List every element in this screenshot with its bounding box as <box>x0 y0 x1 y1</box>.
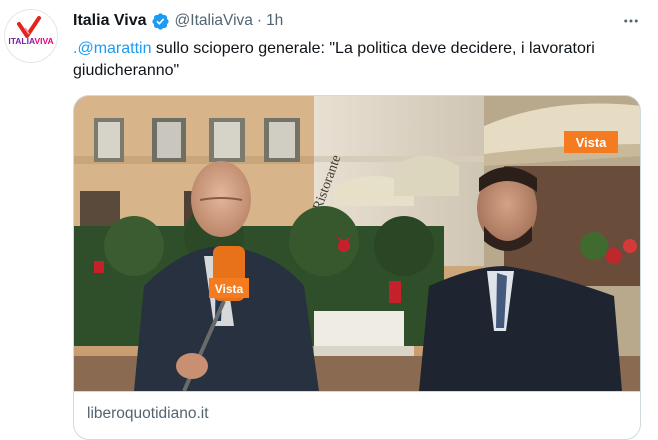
video-thumbnail[interactable]: Ristorante Vista Vista <box>74 96 641 391</box>
timestamp[interactable]: 1h <box>266 12 283 30</box>
link-card[interactable]: Ristorante Vista Vista liberoquotidiano.… <box>73 95 641 440</box>
separator-dot: · <box>256 12 263 29</box>
author-handle[interactable]: @ItaliaViva <box>175 12 253 30</box>
tweet-text: .@marattin sullo sciopero generale: "La … <box>73 38 643 82</box>
vista-watermark: Vista <box>576 135 608 150</box>
card-domain[interactable]: liberoquotidiano.it <box>87 405 209 423</box>
italia-viva-logo: ITALIAVIVA <box>8 16 54 46</box>
more-horizontal-icon[interactable] <box>620 10 642 32</box>
tweet-header: Italia Viva @ItaliaViva · 1h <box>73 10 283 32</box>
mention-link[interactable]: .@marattin <box>73 40 151 57</box>
mic-label: Vista <box>215 282 244 296</box>
avatar[interactable]: ITALIAVIVA <box>4 9 58 63</box>
verified-badge-icon <box>151 12 170 31</box>
svg-text:ITALIAVIVA: ITALIAVIVA <box>8 36 53 46</box>
tweet-body: sullo sciopero generale: "La politica de… <box>73 40 595 79</box>
card-footer[interactable]: liberoquotidiano.it <box>74 391 640 439</box>
author-name[interactable]: Italia Viva <box>73 12 147 30</box>
